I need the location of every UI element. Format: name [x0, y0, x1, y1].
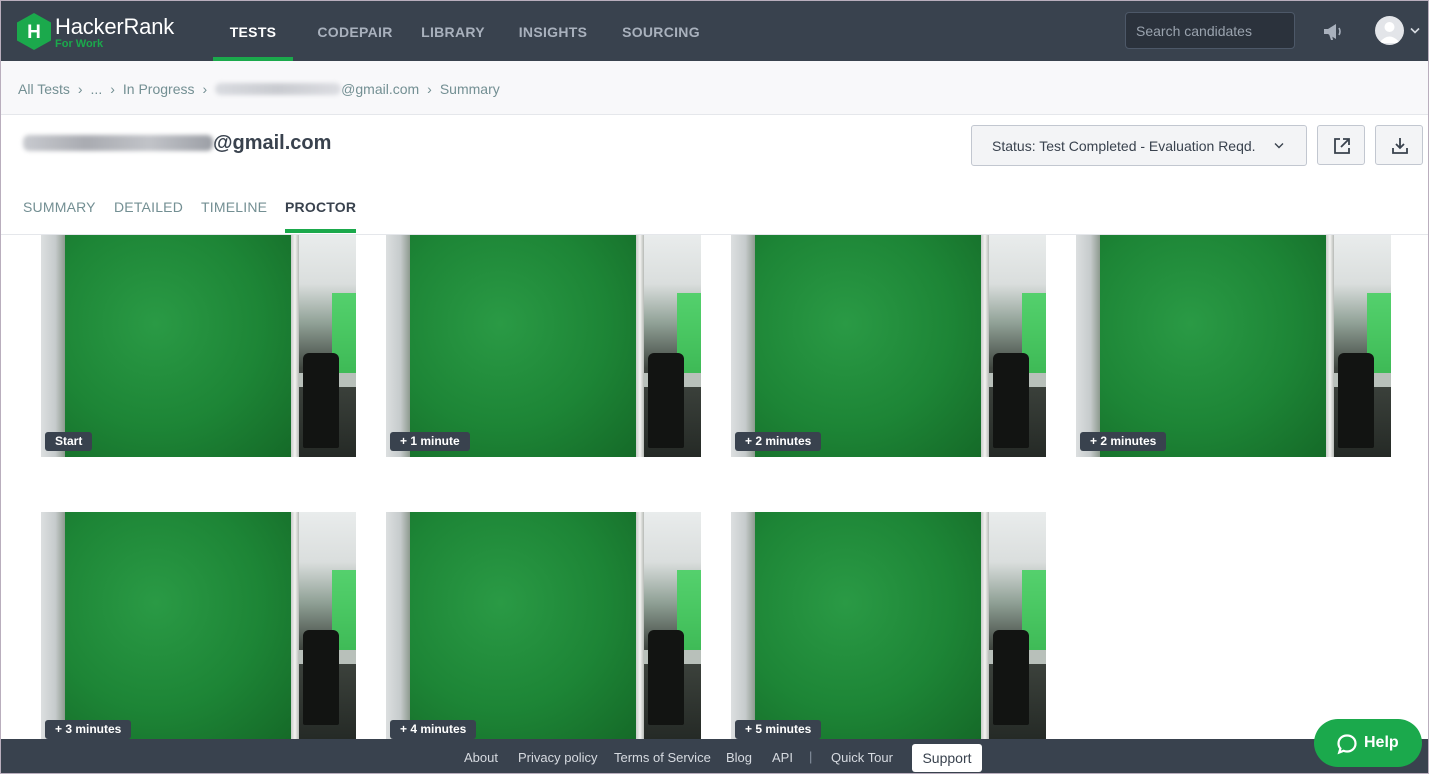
- snapshot-time-label: + 2 minutes: [735, 432, 822, 451]
- breadcrumb-candidate-email[interactable]: @gmail.com: [341, 81, 419, 97]
- chevron-right-icon: ›: [77, 81, 83, 97]
- nav-tab-insights[interactable]: INSIGHTS: [511, 1, 595, 61]
- tab-detailed[interactable]: DETAILED: [114, 199, 183, 233]
- snapshot-image: [1338, 353, 1374, 448]
- snapshot-image: [41, 235, 65, 457]
- footer-link-blog[interactable]: Blog: [726, 750, 752, 765]
- user-menu[interactable]: [1375, 16, 1423, 46]
- breadcrumb-in-progress[interactable]: In Progress: [123, 81, 195, 97]
- chat-bubble-icon: [1337, 734, 1357, 755]
- redacted-email-blur: [23, 135, 213, 151]
- chevron-down-icon: [1410, 27, 1420, 34]
- snapshot-image: [41, 512, 65, 739]
- chevron-right-icon: ›: [202, 81, 208, 97]
- snapshot-image: [1326, 235, 1334, 457]
- snapshot-image: [755, 235, 981, 457]
- snapshot-image: [386, 235, 410, 457]
- nav-tab-sourcing[interactable]: SOURCING: [615, 1, 707, 61]
- download-icon: [1392, 138, 1408, 154]
- breadcrumb-all-tests[interactable]: All Tests: [18, 81, 70, 97]
- candidate-email-domain: @gmail.com: [213, 132, 332, 154]
- snapshot-image: [731, 512, 755, 739]
- footer-separator: |: [809, 749, 813, 764]
- footer: About Privacy policy Terms of Service Bl…: [1, 739, 1428, 773]
- snapshot-time-label: Start: [45, 432, 93, 451]
- user-icon: [1379, 22, 1400, 43]
- candidate-email-title: @gmail.com: [23, 132, 331, 155]
- footer-link-about[interactable]: About: [464, 750, 498, 765]
- help-label: Help: [1364, 734, 1399, 751]
- proctor-snapshot[interactable]: + 3 minutes: [41, 512, 356, 739]
- svg-text:H: H: [27, 22, 41, 43]
- brand-name: HackerRank: [55, 14, 175, 39]
- snapshot-time-label: + 4 minutes: [390, 720, 477, 739]
- nav-tab-tests[interactable]: TESTS: [213, 1, 293, 61]
- proctor-snapshot[interactable]: Start: [41, 235, 356, 457]
- avatar: [1375, 16, 1404, 45]
- hackerrank-hex-icon: H: [17, 13, 51, 50]
- share-link-button[interactable]: [1317, 125, 1365, 165]
- proctor-snapshot[interactable]: + 2 minutes: [1076, 235, 1391, 457]
- nav-tab-library[interactable]: LIBRARY: [413, 1, 493, 61]
- chevron-down-icon: [1274, 143, 1284, 149]
- chevron-right-icon: ›: [110, 81, 115, 97]
- tab-timeline[interactable]: TIMELINE: [201, 199, 267, 233]
- snapshot-image: [291, 235, 299, 457]
- breadcrumb-summary[interactable]: Summary: [440, 81, 500, 97]
- report-tabs: SUMMARY DETAILED TIMELINE PROCTOR: [1, 187, 1428, 235]
- brand-subtitle: For Work: [55, 38, 104, 50]
- snapshot-image: [648, 353, 684, 448]
- tab-proctor[interactable]: PROCTOR: [285, 199, 357, 233]
- status-label: Status: Test Completed - Evaluation Reqd…: [992, 137, 1256, 154]
- proctor-snapshot[interactable]: + 5 minutes: [731, 512, 1046, 739]
- download-report-button[interactable]: [1375, 125, 1423, 165]
- top-navigation-bar: H HackerRank For Work TESTS CODEPAIR LIB…: [1, 1, 1428, 61]
- snapshot-image: [993, 353, 1029, 448]
- breadcrumb-bar: All Tests ›... › In Progress › @gmail.com › Sum…: [1, 61, 1428, 115]
- proctor-snapshot[interactable]: + 4 minutes: [386, 512, 701, 739]
- chevron-right-icon: ›: [427, 81, 432, 97]
- snapshot-image: [1100, 235, 1326, 457]
- snapshot-time-label: + 3 minutes: [45, 720, 132, 739]
- footer-link-api[interactable]: API: [772, 750, 793, 765]
- snapshot-image: [291, 512, 299, 739]
- snapshot-image: [303, 630, 339, 725]
- breadcrumb-ellipsis[interactable]: ...: [91, 81, 103, 97]
- redacted-email-blur: [215, 83, 342, 95]
- snapshot-image: [993, 630, 1029, 725]
- snapshot-image: [981, 235, 989, 457]
- footer-link-quick-tour[interactable]: Quick Tour: [831, 750, 893, 765]
- snapshot-image: [648, 630, 684, 725]
- help-button[interactable]: Help: [1314, 719, 1422, 767]
- megaphone-icon[interactable]: [1321, 19, 1345, 43]
- snapshot-time-label: + 5 minutes: [735, 720, 822, 739]
- snapshot-image: [386, 512, 410, 739]
- snapshot-image: [981, 512, 989, 739]
- search-candidates-input[interactable]: [1125, 12, 1295, 49]
- support-button[interactable]: Support: [912, 744, 982, 772]
- external-link-icon: [1334, 138, 1350, 154]
- snapshot-image: [1076, 235, 1100, 457]
- hackerrank-logo[interactable]: H HackerRank For Work: [17, 13, 217, 51]
- snapshot-image: [755, 512, 981, 739]
- snapshot-image: [731, 235, 755, 457]
- snapshot-image: [410, 512, 636, 739]
- proctor-snapshot[interactable]: + 2 minutes: [731, 235, 1046, 457]
- footer-link-terms[interactable]: Terms of Service: [614, 750, 711, 765]
- nav-tab-codepair[interactable]: CODEPAIR: [307, 1, 403, 61]
- snapshot-image: [410, 235, 636, 457]
- footer-link-privacy[interactable]: Privacy policy: [518, 750, 597, 765]
- snapshot-image: [636, 512, 644, 739]
- snapshot-time-label: + 1 minute: [390, 432, 470, 451]
- tab-summary[interactable]: SUMMARY: [23, 199, 96, 233]
- proctor-snapshot[interactable]: + 1 minute: [386, 235, 701, 457]
- status-dropdown-button[interactable]: Status: Test Completed - Evaluation Reqd…: [971, 125, 1307, 166]
- snapshot-image: [65, 235, 291, 457]
- snapshot-image: [636, 235, 644, 457]
- snapshot-image: [65, 512, 291, 739]
- breadcrumb: All Tests ›... › In Progress › @gmail.com › Sum…: [18, 81, 500, 97]
- snapshot-image: [303, 353, 339, 448]
- snapshot-time-label: + 2 minutes: [1080, 432, 1167, 451]
